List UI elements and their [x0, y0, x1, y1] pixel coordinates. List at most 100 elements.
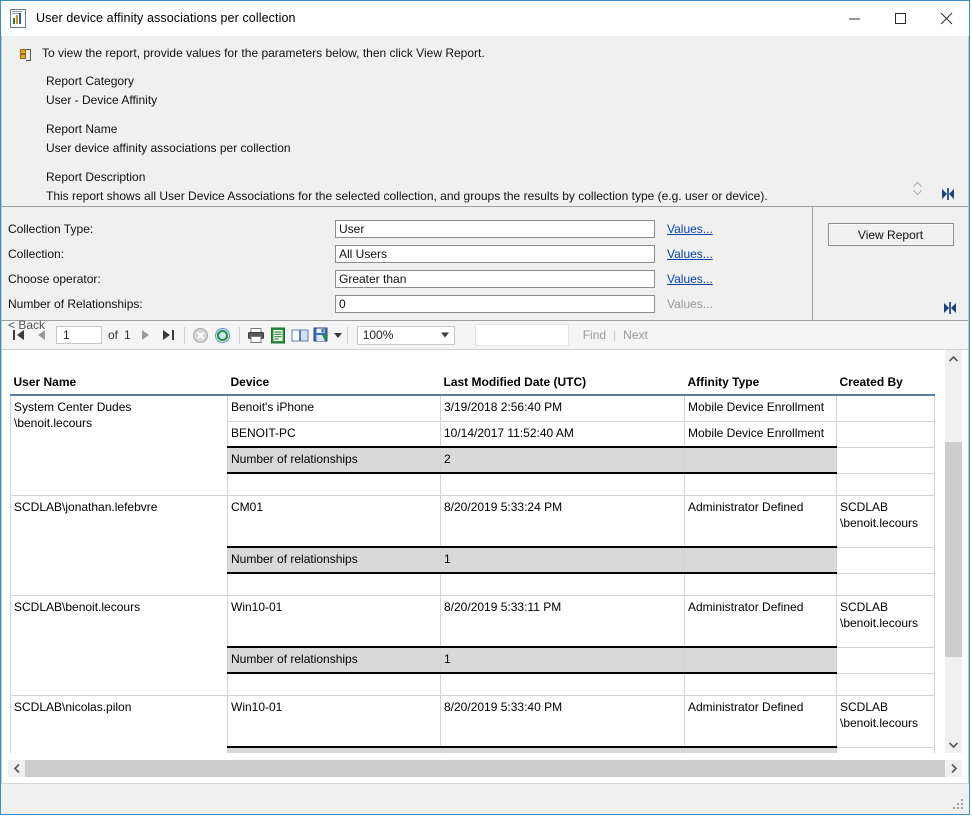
- number-of-relationships-input[interactable]: [335, 295, 655, 313]
- report-window: User device affinity associations per co…: [0, 0, 970, 815]
- table-row: SCDLAB\benoit.lecours Win10-01 8/20/2019…: [11, 595, 935, 647]
- collapse-panel-icon[interactable]: [940, 186, 956, 202]
- parameter-row-collection: Collection: Values...: [2, 241, 812, 266]
- total-count: 1: [441, 547, 685, 573]
- chevron-down-icon: [441, 332, 449, 338]
- report-name-block: Report Name User device affinity associa…: [46, 120, 968, 158]
- report-description-value: This report shows all User Device Associ…: [46, 187, 968, 206]
- total-count: 2: [441, 447, 685, 473]
- total-blank-created-by: [837, 447, 935, 473]
- collection-type-input[interactable]: [335, 220, 655, 238]
- cell-created-by: [837, 395, 935, 421]
- parameter-fields: Collection Type: Values... Collection: V…: [2, 207, 812, 320]
- spacer-created-by: [837, 473, 935, 495]
- total-label: Number of relationships: [228, 747, 441, 753]
- report-name-label: Report Name: [46, 120, 968, 139]
- table-row: System Center Dudes \benoit.lecours Beno…: [11, 395, 935, 421]
- collection-input[interactable]: [335, 245, 655, 263]
- scroll-right-arrow-icon[interactable]: [945, 760, 962, 777]
- back-link[interactable]: < Back: [2, 318, 812, 332]
- spacer-modified: [441, 473, 685, 495]
- report-table: User Name Device Last Modified Date (UTC…: [10, 361, 935, 753]
- scroll-up-arrow-icon[interactable]: [945, 350, 962, 367]
- spacer-affinity: [685, 673, 837, 695]
- total-blank-affinity: [685, 447, 837, 473]
- parameter-row-collection-type: Collection Type: Values...: [2, 216, 812, 241]
- total-blank-affinity: [685, 547, 837, 573]
- cell-last-modified: 8/20/2019 5:33:11 PM: [441, 595, 685, 647]
- number-of-relationships-values-link: Values...: [667, 297, 713, 311]
- spacer-created-by: [837, 573, 935, 595]
- close-icon[interactable]: [923, 1, 969, 35]
- scroll-left-arrow-icon[interactable]: [8, 760, 25, 777]
- column-header-device: Device: [228, 361, 441, 395]
- collection-label: Collection:: [2, 247, 335, 261]
- view-report-button[interactable]: View Report: [828, 223, 954, 246]
- total-label: Number of relationships: [228, 547, 441, 573]
- collection-type-values-link[interactable]: Values...: [667, 222, 713, 236]
- vertical-scroll-thumb[interactable]: [945, 442, 962, 657]
- maximize-icon[interactable]: [877, 1, 923, 35]
- cell-created-by: SCDLAB \benoit.lecours: [837, 495, 935, 547]
- vertical-scrollbar[interactable]: [944, 350, 962, 753]
- total-blank-affinity: [685, 747, 837, 753]
- cell-device: Benoit's iPhone: [228, 395, 441, 421]
- column-header-last-modified-date: Last Modified Date (UTC): [441, 361, 685, 395]
- spacer-created-by: [837, 673, 935, 695]
- table-row: SCDLAB\jonathan.lefebvre CM01 8/20/2019 …: [11, 495, 935, 547]
- cell-last-modified: 3/19/2018 2:56:40 PM: [441, 395, 685, 421]
- report-category-value: User - Device Affinity: [46, 91, 968, 110]
- horizontal-scrollbar[interactable]: [8, 760, 962, 777]
- report-description-label: Report Description: [46, 168, 968, 187]
- collection-values-link[interactable]: Values...: [667, 247, 713, 261]
- cell-created-by: SCDLAB \benoit.lecours: [837, 695, 935, 747]
- choose-operator-values-link[interactable]: Values...: [667, 272, 713, 286]
- info-lead-text: To view the report, provide values for t…: [42, 46, 485, 60]
- cell-last-modified: 8/20/2019 5:33:24 PM: [441, 495, 685, 547]
- info-panel-spinner[interactable]: [910, 176, 924, 200]
- scroll-down-arrow-icon[interactable]: [945, 736, 962, 753]
- cell-affinity-type: Administrator Defined: [685, 595, 837, 647]
- title-bar: User device affinity associations per co…: [1, 1, 969, 36]
- cell-user-name: SCDLAB\benoit.lecours: [11, 595, 228, 695]
- cell-user-name: SCDLAB\jonathan.lefebvre: [11, 495, 228, 595]
- report-description-block: Report Description This report shows all…: [46, 168, 968, 206]
- cell-affinity-type: Mobile Device Enrollment: [685, 395, 837, 421]
- collapse-parameters-icon[interactable]: [942, 300, 958, 316]
- column-header-created-by: Created By: [837, 361, 935, 395]
- horizontal-scroll-thumb[interactable]: [25, 760, 945, 777]
- report-viewer: User Name Device Last Modified Date (UTC…: [1, 350, 969, 783]
- view-report-panel: View Report: [812, 207, 968, 320]
- table-row: SCDLAB\nicolas.pilon Win10-01 8/20/2019 …: [11, 695, 935, 747]
- status-bar: [1, 783, 969, 814]
- parameter-row-choose-operator: Choose operator: Values...: [2, 266, 812, 291]
- spacer-modified: [441, 573, 685, 595]
- window-controls: [831, 1, 969, 35]
- report-name-value: User device affinity associations per co…: [46, 139, 968, 158]
- cell-device: Win10-01: [228, 595, 441, 647]
- export-dropdown-icon[interactable]: [334, 331, 342, 339]
- resize-grip-icon[interactable]: [953, 799, 965, 811]
- collection-type-label: Collection Type:: [2, 222, 335, 236]
- report-category-label: Report Category: [46, 72, 968, 91]
- parameters-info-icon: [18, 48, 32, 62]
- total-blank-created-by: [837, 547, 935, 573]
- minimize-icon[interactable]: [831, 1, 877, 35]
- total-count: 1: [441, 647, 685, 673]
- parameters-panel: Collection Type: Values... Collection: V…: [1, 206, 969, 321]
- choose-operator-input[interactable]: [335, 270, 655, 288]
- cell-affinity-type: Mobile Device Enrollment: [685, 421, 837, 447]
- cell-last-modified: 10/14/2017 11:52:40 AM: [441, 421, 685, 447]
- cell-user-name: System Center Dudes \benoit.lecours: [11, 395, 228, 495]
- cell-created-by: [837, 421, 935, 447]
- cell-affinity-type: Administrator Defined: [685, 695, 837, 747]
- choose-operator-label: Choose operator:: [2, 272, 335, 286]
- total-blank-affinity: [685, 647, 837, 673]
- report-canvas: User Name Device Last Modified Date (UTC…: [2, 361, 938, 753]
- total-count: 1: [441, 747, 685, 753]
- window-title: User device affinity associations per co…: [36, 11, 296, 25]
- cell-device: Win10-01: [228, 695, 441, 747]
- spacer-modified: [441, 673, 685, 695]
- cell-user-name: SCDLAB\nicolas.pilon: [11, 695, 228, 753]
- spacer-device: [228, 673, 441, 695]
